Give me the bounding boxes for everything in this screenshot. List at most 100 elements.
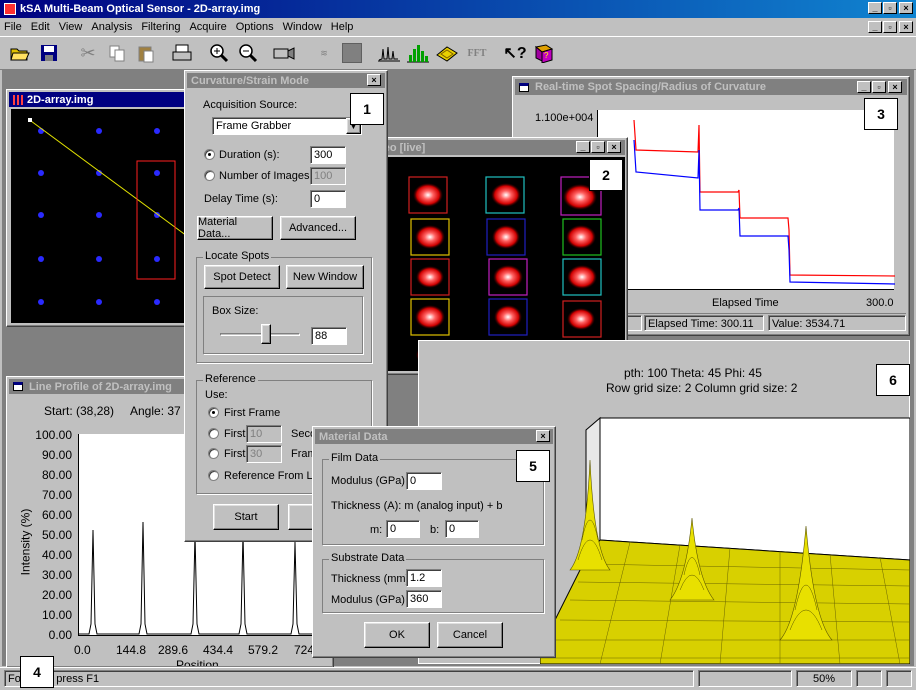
curvature-close-button[interactable]: × bbox=[367, 74, 381, 86]
num-images-input[interactable]: 100 bbox=[310, 167, 346, 185]
box-size-slider-thumb[interactable] bbox=[261, 324, 271, 344]
box-size-input[interactable]: 88 bbox=[311, 327, 347, 345]
duration-radio[interactable] bbox=[204, 149, 215, 160]
first-seconds-radio[interactable] bbox=[208, 428, 219, 439]
delay-label: Delay Time (s): bbox=[204, 193, 278, 205]
menu-filtering[interactable]: Filtering bbox=[141, 21, 180, 33]
image-canvas[interactable] bbox=[11, 109, 192, 323]
first-seconds-input[interactable]: 10 bbox=[246, 425, 282, 443]
line-profile-start: Start: (38,28) bbox=[44, 404, 115, 418]
duration-input[interactable]: 300 bbox=[310, 146, 346, 164]
help-pointer-icon[interactable]: ↖? bbox=[501, 39, 529, 67]
filter-icon[interactable]: ≋ bbox=[310, 39, 338, 67]
video-close-button[interactable]: × bbox=[607, 141, 621, 153]
view3d-plot bbox=[539, 400, 911, 665]
copy-icon[interactable] bbox=[103, 39, 131, 67]
menu-edit[interactable]: Edit bbox=[31, 21, 50, 33]
doc-minimize-button[interactable]: _ bbox=[868, 21, 882, 33]
window-icon bbox=[519, 82, 529, 92]
histogram-icon[interactable] bbox=[404, 39, 432, 67]
callout-6: 6 bbox=[876, 364, 910, 396]
ref-from-radio[interactable] bbox=[208, 470, 219, 481]
film-modulus-input[interactable]: 0 bbox=[406, 472, 442, 490]
app-restore-button[interactable]: ▫ bbox=[883, 2, 897, 14]
use-label: Use: bbox=[205, 389, 228, 401]
material-data-button[interactable]: Material Data... bbox=[197, 216, 273, 240]
substrate-thickness-input[interactable]: 1.2 bbox=[406, 569, 442, 587]
app-minimize-button[interactable]: _ bbox=[868, 2, 882, 14]
app-close-button[interactable]: × bbox=[899, 2, 913, 14]
material-close-button[interactable]: × bbox=[536, 430, 550, 442]
x-tick: 579.2 bbox=[248, 643, 279, 657]
y-tick: 60.00 bbox=[41, 508, 72, 522]
realtime-close-button[interactable]: × bbox=[888, 81, 902, 93]
camera-icon[interactable] bbox=[270, 39, 298, 67]
y-tick: 20.00 bbox=[41, 588, 72, 602]
menu-acquire[interactable]: Acquire bbox=[189, 21, 226, 33]
y-tick: 0.00 bbox=[48, 628, 72, 642]
open-icon[interactable] bbox=[6, 39, 34, 67]
first-frame-label: First Frame bbox=[224, 407, 281, 419]
print-icon[interactable] bbox=[168, 39, 196, 67]
realtime-maximize-button[interactable]: ▫ bbox=[872, 81, 886, 93]
delay-input[interactable]: 0 bbox=[310, 190, 346, 208]
acq-source-label: Acquisition Source: bbox=[203, 99, 298, 111]
video-minimize-button[interactable]: _ bbox=[576, 141, 590, 153]
b-input[interactable]: 0 bbox=[445, 520, 479, 538]
realtime-minimize-button[interactable]: _ bbox=[857, 81, 871, 93]
first-frames-radio[interactable] bbox=[208, 448, 219, 459]
stop-icon[interactable] bbox=[338, 39, 366, 67]
menu-help[interactable]: Help bbox=[331, 21, 354, 33]
doc-restore-button[interactable]: ▫ bbox=[883, 21, 897, 33]
line-profile-title: Line Profile of 2D-array.img bbox=[29, 380, 172, 393]
menu-file[interactable]: File bbox=[4, 21, 22, 33]
substrate-thickness-label: Thickness (mm): bbox=[331, 573, 413, 585]
acq-source-select[interactable]: Frame Grabber bbox=[212, 117, 362, 135]
thickness-equation: Thickness (A): m (analog input) + b bbox=[331, 500, 503, 512]
spot-detect-button[interactable]: Spot Detect bbox=[204, 265, 280, 289]
menu-window[interactable]: Window bbox=[283, 21, 322, 33]
callout-4: 4 bbox=[20, 656, 54, 688]
ref-from-label: Reference From Las bbox=[224, 470, 325, 482]
cut-icon[interactable]: ✂ bbox=[74, 39, 102, 67]
ok-button[interactable]: OK bbox=[364, 622, 430, 648]
line-profile-icon[interactable] bbox=[375, 39, 403, 67]
start-button[interactable]: Start bbox=[213, 504, 279, 530]
new-window-button[interactable]: New Window bbox=[286, 265, 364, 289]
substrate-data-label: Substrate Data bbox=[329, 552, 407, 564]
y-tick: 90.00 bbox=[41, 448, 72, 462]
first-frames-input[interactable]: 30 bbox=[246, 445, 282, 463]
video-maximize-button[interactable]: ▫ bbox=[591, 141, 605, 153]
b-label: b: bbox=[430, 524, 440, 536]
zoom-in-icon[interactable] bbox=[205, 39, 233, 67]
menu-analysis[interactable]: Analysis bbox=[91, 21, 132, 33]
video-canvas[interactable] bbox=[373, 157, 625, 371]
status-pane-3 bbox=[856, 670, 882, 687]
menu-view[interactable]: View bbox=[59, 21, 83, 33]
3d-view-icon[interactable] bbox=[433, 39, 461, 67]
doc-close-button[interactable]: × bbox=[899, 21, 913, 33]
box-size-slider-track[interactable] bbox=[220, 333, 300, 336]
m-input[interactable]: 0 bbox=[386, 520, 420, 538]
view3d-info-line1: pth: 100 Theta: 45 Phi: 45 bbox=[624, 366, 762, 380]
app-title: kSA Multi-Beam Optical Sensor - 2D-array… bbox=[20, 3, 261, 15]
paste-icon[interactable] bbox=[132, 39, 160, 67]
y-tick: 50.00 bbox=[41, 528, 72, 542]
substrate-modulus-input[interactable]: 360 bbox=[406, 590, 442, 608]
status-zoom: 50% bbox=[796, 670, 852, 687]
zoom-out-icon[interactable] bbox=[234, 39, 262, 67]
book-icon[interactable]: ? bbox=[530, 39, 558, 67]
x-tick: 434.4 bbox=[203, 643, 234, 657]
cancel-button[interactable]: Cancel bbox=[437, 622, 503, 648]
substrate-modulus-label: Modulus (GPa): bbox=[331, 594, 409, 606]
num-images-radio[interactable] bbox=[204, 170, 215, 181]
advanced-button[interactable]: Advanced... bbox=[280, 216, 356, 240]
locate-spots-label: Locate Spots bbox=[203, 250, 272, 262]
y-tick: 70.00 bbox=[41, 488, 72, 502]
fft-icon[interactable]: FFT bbox=[461, 39, 493, 67]
realtime-window-title-bar: Real-time Spot Spacing/Radius of Curvatu… bbox=[515, 79, 907, 95]
menu-options[interactable]: Options bbox=[236, 21, 274, 33]
y-tick: 80.00 bbox=[41, 468, 72, 482]
first-frame-radio[interactable] bbox=[208, 407, 219, 418]
save-icon[interactable] bbox=[35, 39, 63, 67]
